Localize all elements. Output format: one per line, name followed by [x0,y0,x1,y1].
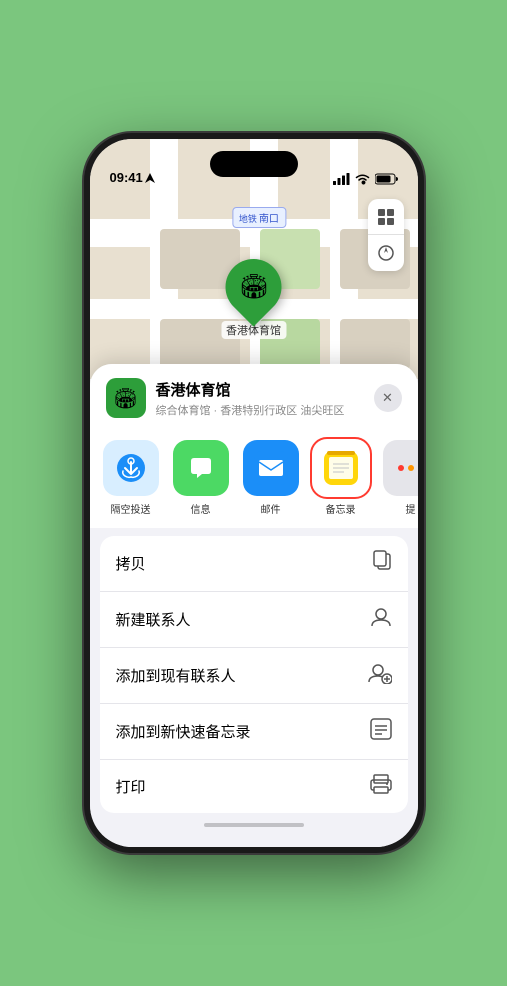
share-row: 隔空投送 信息 [90,428,418,528]
action-list: 拷贝 新建联系人 [100,536,408,813]
place-icon: 🏟 [106,378,146,418]
status-icons [333,173,398,185]
battery-icon [375,173,398,185]
messages-label: 信息 [191,501,211,516]
place-name: 香港体育馆 [156,379,374,400]
map-controls[interactable] [368,199,404,271]
share-more[interactable]: 提 [380,440,418,516]
messages-icon [184,451,218,485]
place-header: 🏟 香港体育馆 综合体育馆 · 香港特别行政区 油尖旺区 ✕ [90,364,418,428]
map-layers-button[interactable] [368,199,404,235]
map-station-label: 地铁南口 [232,207,286,228]
status-time: 09:41 [110,170,155,185]
print-icon [370,774,392,799]
action-new-contact[interactable]: 新建联系人 [100,592,408,648]
quick-note-label: 添加到新快速备忘录 [116,721,251,742]
more-label: 提 [406,501,416,516]
pin-circle: 🏟 [214,247,293,326]
map-location-button[interactable] [368,235,404,271]
phone-frame: 09:41 [84,133,424,853]
add-contact-svg-icon [368,662,392,684]
signal-icon [333,173,350,185]
copy-icon [372,550,392,577]
dot-red [398,465,404,471]
share-notes[interactable]: 备忘录 [310,440,372,516]
compass-icon [378,245,394,261]
share-airdrop[interactable]: 隔空投送 [100,440,162,516]
mail-icon [254,451,288,485]
notes-icon-wrap [313,440,369,496]
phone-screen: 09:41 [90,139,418,847]
dynamic-island [210,151,298,177]
place-subtitle: 综合体育馆 · 香港特别行政区 油尖旺区 [156,402,374,418]
share-messages[interactable]: 信息 [170,440,232,516]
new-contact-icon [370,606,392,633]
place-emoji: 🏟 [113,386,138,411]
messages-icon-wrap [173,440,229,496]
dot-orange [408,465,414,471]
action-quick-note[interactable]: 添加到新快速备忘录 [100,704,408,760]
map-block [340,319,410,369]
new-contact-svg-icon [370,606,392,628]
mail-icon-wrap [243,440,299,496]
print-svg-icon [370,774,392,794]
quick-note-icon [370,718,392,745]
airdrop-icon [115,452,147,484]
action-print[interactable]: 打印 [100,760,408,813]
new-contact-label: 新建联系人 [116,609,191,630]
action-add-contact[interactable]: 添加到现有联系人 [100,648,408,704]
close-button[interactable]: ✕ [374,384,402,412]
action-copy[interactable]: 拷贝 [100,536,408,592]
quick-note-svg-icon [370,718,392,740]
location-pin: 🏟 香港体育馆 [221,259,286,339]
notes-label: 备忘录 [326,501,356,516]
mail-label: 邮件 [261,501,281,516]
share-mail[interactable]: 邮件 [240,440,302,516]
pin-emoji: 🏟 [238,273,268,302]
more-icon-wrap [383,440,418,496]
wifi-icon [355,173,370,185]
notes-icon [324,451,358,485]
print-label: 打印 [116,776,146,797]
map-layers-icon [377,208,395,226]
add-contact-label: 添加到现有联系人 [116,665,236,686]
copy-label: 拷贝 [116,553,146,574]
home-indicator [204,823,304,827]
bottom-sheet: 🏟 香港体育馆 综合体育馆 · 香港特别行政区 油尖旺区 ✕ [90,364,418,847]
place-info: 香港体育馆 综合体育馆 · 香港特别行政区 油尖旺区 [156,379,374,418]
airdrop-icon-wrap [103,440,159,496]
add-contact-icon [368,662,392,689]
location-arrow-icon [145,173,155,183]
airdrop-label: 隔空投送 [111,501,151,516]
copy-svg-icon [372,550,392,572]
